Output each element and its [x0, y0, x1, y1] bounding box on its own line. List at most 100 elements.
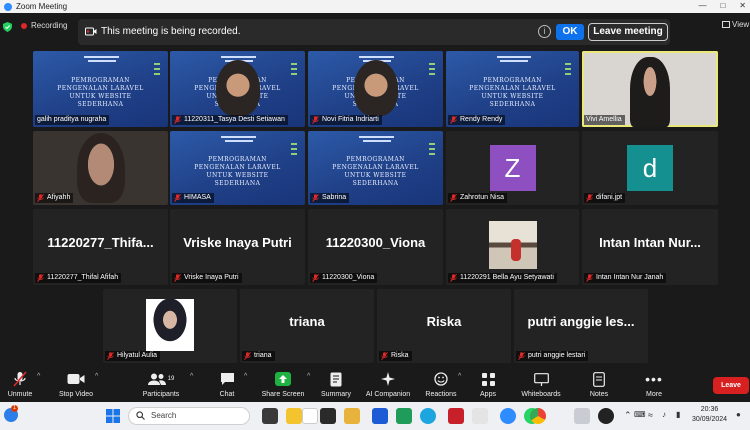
notes-button[interactable]: Notes [584, 370, 614, 398]
leave-meeting-button[interactable]: Leave meeting [588, 23, 668, 41]
participant-name: Sabrina [322, 194, 347, 201]
obs-icon[interactable] [598, 408, 614, 424]
participant-tile[interactable]: Afiyahh [33, 131, 168, 205]
more-button[interactable]: ••• More [640, 370, 668, 398]
recording-camera-icon [85, 27, 97, 36]
participants-button[interactable]: 19 Participants [138, 370, 184, 398]
share-caret[interactable]: ^ [307, 373, 310, 380]
participant-tile[interactable]: Hilyatul Aulia [103, 289, 237, 363]
participant-name-bar: Intan Intan Nur Janah [584, 273, 667, 283]
antivirus-icon[interactable] [448, 408, 464, 424]
muted-mic-icon [518, 352, 525, 360]
muted-mic-icon [107, 352, 114, 360]
participant-name-bar: 11220291 Bella Ayu Setyawati [448, 273, 557, 283]
excel-icon[interactable] [396, 408, 412, 424]
avatar: Z [489, 145, 536, 191]
participant-name-bar: Novi Fitria Indriarti [310, 115, 382, 125]
participant-tile[interactable]: PEMROGRAMANPENGENALAN LARAVEL UNTUK WEBS… [33, 51, 168, 127]
maximize-icon[interactable]: □ [720, 1, 725, 10]
muted-mic-icon [174, 194, 181, 202]
chat-caret[interactable]: ^ [244, 373, 247, 380]
close-icon[interactable]: ✕ [739, 1, 746, 10]
minimize-icon[interactable]: — [698, 1, 706, 10]
participant-tile[interactable]: PEMROGRAMANPENGENALAN LARAVEL UNTUK WEBS… [308, 131, 443, 205]
notifications-icon[interactable]: ● [736, 410, 741, 419]
wifi-icon[interactable]: ≈ [648, 410, 653, 420]
participant-name: Rendy Rendy [460, 116, 503, 123]
reactions-button[interactable]: Reactions [422, 370, 460, 398]
security-shield-icon[interactable] [3, 22, 12, 32]
stop-video-button[interactable]: Stop Video [56, 370, 96, 398]
info-icon[interactable]: i [538, 25, 551, 38]
volume-icon[interactable]: ♪ [662, 410, 666, 419]
audio-options-caret[interactable]: ^ [37, 373, 40, 380]
task-view-icon[interactable] [262, 408, 278, 424]
notes-label: Notes [589, 391, 609, 398]
video-options-caret[interactable]: ^ [95, 373, 98, 380]
participant-name: Vriske Inaya Putri [184, 274, 239, 281]
participant-tile[interactable]: Vriske Inaya Putri Vriske Inaya Putri [170, 209, 305, 285]
participant-tile[interactable]: putri anggie les... putri anggie lestari [514, 289, 648, 363]
participant-tile[interactable]: 11220277_Thifa... 11220277_Thifal Afifah [33, 209, 168, 285]
participant-tile[interactable]: Intan Intan Nur... Intan Intan Nur Janah [582, 209, 718, 285]
participants-caret[interactable]: ^ [190, 373, 193, 380]
recording-label[interactable]: Recording [31, 21, 67, 30]
store-icon[interactable] [302, 408, 318, 424]
apps-label: Apps [480, 391, 496, 398]
slide-decoration-icon [154, 63, 162, 83]
battery-icon[interactable]: ▮ [676, 410, 680, 419]
participant-name-bar: Rendy Rendy [448, 115, 506, 125]
participant-name-bar: 11220311_Tasya Desti Setiawan [172, 115, 288, 125]
slide-decoration-icon [429, 143, 437, 163]
participant-camera-face [630, 57, 670, 127]
chat-button[interactable]: Chat [212, 370, 242, 398]
ai-companion-button[interactable]: AI Companion [362, 370, 414, 398]
word-icon[interactable] [372, 408, 388, 424]
slide-title-line: PEMROGRAMAN [208, 156, 267, 164]
windows-start-icon[interactable] [106, 409, 120, 423]
view-button[interactable]: View [722, 20, 749, 29]
participant-tile[interactable]: 11220300_Viona 11220300_Viona [308, 209, 443, 285]
slide-title-line: PENGENALAN LARAVEL UNTUK WEBSITE [57, 84, 144, 100]
chrome-icon[interactable] [530, 408, 546, 424]
participant-display-name: Intan Intan Nur... [599, 235, 701, 250]
participant-tile[interactable]: triana triana [240, 289, 374, 363]
participant-tile[interactable]: d difani.jpt [582, 131, 718, 205]
participant-tile[interactable]: PEMROGRAMANPENGENALAN LARAVEL UNTUK WEBS… [308, 51, 443, 127]
reactions-caret[interactable]: ^ [458, 373, 461, 380]
file-explorer-icon[interactable] [286, 408, 302, 424]
participant-tile[interactable]: PEMROGRAMANPENGENALAN LARAVEL UNTUK WEBS… [446, 51, 579, 127]
participant-tile[interactable]: Vivi Amellia [582, 51, 718, 127]
keyboard-icon[interactable]: ⌨ [634, 410, 646, 419]
active-app-icon[interactable] [574, 408, 590, 424]
taskbar-clock[interactable]: 20:36 30/09/2024 [692, 405, 727, 425]
participant-tile[interactable]: PEMROGRAMANPENGENALAN LARAVEL UNTUK WEBS… [170, 131, 305, 205]
slide-title-line: SEDERHANA [214, 180, 261, 188]
terminal-icon[interactable] [320, 408, 336, 424]
edge-icon[interactable] [420, 408, 436, 424]
ok-button[interactable]: OK [556, 24, 584, 40]
participant-name-bar: triana [242, 351, 275, 361]
participant-tile[interactable]: Riska Riska [377, 289, 511, 363]
participant-name-bar: Zahrotun Nisa [448, 193, 507, 203]
apps-button[interactable]: Apps [474, 370, 502, 398]
calendar-icon[interactable] [472, 408, 488, 424]
muted-mic-icon [244, 352, 251, 360]
summary-button[interactable]: Summary [318, 370, 354, 398]
leave-button[interactable]: Leave [713, 377, 749, 394]
folder-icon[interactable] [344, 408, 360, 424]
unmute-button[interactable]: Unmute [4, 370, 36, 398]
tray-chevron-icon[interactable]: ⌃ [624, 410, 632, 421]
slide-title-line: PENGENALAN LARAVEL UNTUK WEBSITE [332, 164, 419, 180]
taskbar-search-box[interactable]: Search [128, 407, 250, 425]
participant-tile[interactable]: PEMROGRAMANPENGENALAN LARAVEL UNTUK WEBS… [170, 51, 305, 127]
participant-name-bar: galih praditya nugraha [35, 115, 110, 125]
zoom-taskbar-icon[interactable] [500, 408, 516, 424]
whiteboards-button[interactable]: Whiteboards [516, 370, 566, 398]
share-screen-button[interactable]: Share Screen [260, 370, 306, 398]
ai-companion-label: AI Companion [365, 391, 411, 398]
participant-camera-face [215, 60, 260, 117]
participant-tile[interactable]: 11220291 Bella Ayu Setyawati [446, 209, 579, 285]
participant-name: Novi Fitria Indriarti [322, 116, 379, 123]
participant-tile[interactable]: Z Zahrotun Nisa [446, 131, 579, 205]
